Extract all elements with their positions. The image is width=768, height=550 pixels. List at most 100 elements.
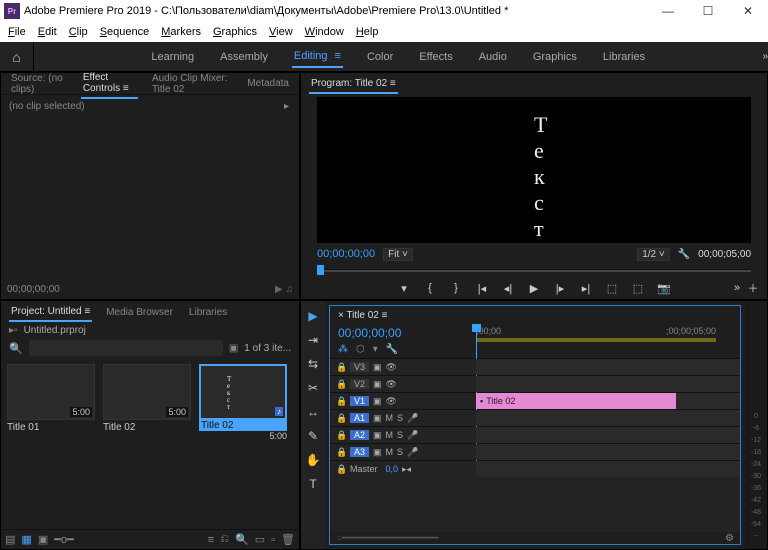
workspace-audio[interactable]: Audio: [477, 47, 509, 67]
button-editor[interactable]: ＋: [745, 280, 761, 296]
settings-icon[interactable]: 🔧: [678, 249, 690, 260]
mute-button[interactable]: M: [386, 447, 394, 457]
lock-icon[interactable]: 🔒: [336, 396, 346, 407]
master-track[interactable]: 🔒Master0,0▸◂: [330, 460, 740, 477]
mark-in-button[interactable]: {: [422, 282, 438, 294]
window-minimize-button[interactable]: —: [648, 0, 688, 22]
eye-icon[interactable]: 👁: [386, 396, 397, 407]
workspace-libraries[interactable]: Libraries: [601, 47, 647, 67]
sort-icon[interactable]: ≡: [208, 534, 214, 546]
ripple-edit-tool[interactable]: ⇆: [304, 355, 322, 373]
automate-button[interactable]: ⎌: [220, 533, 229, 546]
tab-libraries[interactable]: Libraries: [187, 304, 229, 321]
audio-track[interactable]: 🔒A3▣MS🎤: [330, 443, 740, 460]
lock-icon[interactable]: 🔒: [336, 379, 346, 390]
add-marker-button[interactable]: ▾: [396, 282, 412, 295]
meter-icon[interactable]: ▸◂: [402, 464, 411, 475]
eye-icon[interactable]: 👁: [386, 379, 397, 390]
workspace-overflow-button[interactable]: »: [762, 51, 768, 62]
find-button[interactable]: 🔍: [235, 533, 249, 546]
tab-audio-clip-mixer[interactable]: Audio Clip Mixer: Title 02: [150, 70, 233, 98]
project-item[interactable]: 5:00 Title 01: [7, 364, 95, 523]
project-search-input[interactable]: [29, 340, 223, 356]
razor-tool[interactable]: ✂: [304, 379, 322, 397]
icon-view-button[interactable]: ▦: [21, 533, 31, 546]
toggle-output-icon[interactable]: ▣: [373, 447, 382, 458]
playhead-icon[interactable]: [317, 265, 324, 275]
menu-help[interactable]: Help: [350, 24, 385, 40]
transport-more-button[interactable]: »: [729, 282, 745, 294]
selection-tool[interactable]: ▶: [304, 307, 322, 325]
pen-tool[interactable]: ✎: [304, 427, 322, 445]
eye-icon[interactable]: 👁: [386, 362, 397, 373]
timeline-timecode[interactable]: 00;00;00;00: [338, 326, 468, 340]
audio-track[interactable]: 🔒A1▣MS🎤: [330, 409, 740, 426]
type-tool[interactable]: T: [304, 475, 322, 493]
mark-out-button[interactable]: }: [448, 282, 464, 294]
go-to-out-button[interactable]: ▸|: [578, 282, 594, 295]
window-close-button[interactable]: ✕: [728, 0, 768, 22]
menu-clip[interactable]: Clip: [63, 24, 94, 40]
voice-over-icon[interactable]: 🎤: [407, 413, 418, 424]
audio-track[interactable]: 🔒A2▣MS🎤: [330, 426, 740, 443]
solo-button[interactable]: S: [397, 430, 403, 440]
menu-view[interactable]: View: [263, 24, 299, 40]
project-item[interactable]: 5:00 Title 02: [103, 364, 191, 523]
source-footer-icons[interactable]: ▶ ♫: [275, 284, 293, 295]
fit-dropdown[interactable]: Fit ˅: [383, 248, 413, 261]
new-item-button[interactable]: ▫: [271, 534, 275, 546]
extract-button[interactable]: ⬚: [630, 282, 646, 295]
resolution-dropdown[interactable]: 1/2 ˅: [637, 248, 670, 261]
lift-button[interactable]: ⬚: [604, 282, 620, 295]
mute-button[interactable]: M: [386, 413, 394, 423]
home-button[interactable]: ⌂: [0, 42, 34, 72]
lock-icon[interactable]: 🔒: [336, 362, 346, 373]
toggle-output-icon[interactable]: ▣: [373, 396, 382, 407]
workspace-color[interactable]: Color: [365, 47, 395, 67]
hand-tool[interactable]: ✋: [304, 451, 322, 469]
timeline-tab[interactable]: × Title 02 ≡: [338, 310, 387, 321]
timeline-ruler[interactable]: ;00;00 ;00;00;05;00 ;00;00;10;: [476, 324, 740, 358]
list-view-button[interactable]: ▤: [5, 533, 15, 546]
timeline-clip[interactable]: ▪Title 02: [476, 393, 676, 409]
zoom-slider[interactable]: ━o━: [54, 533, 73, 546]
toggle-output-icon[interactable]: ▣: [373, 362, 382, 373]
freeform-view-button[interactable]: ▣: [38, 533, 48, 546]
menu-edit[interactable]: Edit: [32, 24, 63, 40]
step-forward-button[interactable]: |▸: [552, 282, 568, 295]
slip-tool[interactable]: ↔: [304, 403, 322, 421]
settings-icon[interactable]: 🔧: [386, 344, 398, 355]
menu-window[interactable]: Window: [299, 24, 350, 40]
video-track[interactable]: 🔒V3▣👁: [330, 358, 740, 375]
voice-over-icon[interactable]: 🎤: [407, 447, 418, 458]
work-area-bar[interactable]: [476, 338, 716, 342]
menubar[interactable]: File Edit Clip Sequence Markers Graphics…: [0, 22, 768, 42]
solo-button[interactable]: S: [397, 413, 403, 423]
toggle-output-icon[interactable]: ▣: [373, 413, 382, 424]
new-bin-button[interactable]: ▭: [255, 533, 265, 546]
workspace-effects[interactable]: Effects: [417, 47, 454, 67]
tab-program[interactable]: Program: Title 02 ≡: [309, 75, 398, 94]
delete-button[interactable]: 🗑: [281, 533, 295, 546]
panel-toggle-icon[interactable]: ▸: [284, 101, 289, 112]
lock-icon[interactable]: 🔒: [336, 447, 346, 458]
program-viewport[interactable]: Текст: [317, 97, 751, 243]
linked-selection-icon[interactable]: ⬡: [356, 344, 365, 355]
mute-button[interactable]: M: [386, 430, 394, 440]
track-select-tool[interactable]: ⇥: [304, 331, 322, 349]
tab-project[interactable]: Project: Untitled ≡: [9, 303, 92, 322]
menu-markers[interactable]: Markers: [155, 24, 207, 40]
window-maximize-button[interactable]: ☐: [688, 0, 728, 22]
master-value[interactable]: 0,0: [386, 464, 399, 474]
tab-effect-controls[interactable]: Effect Controls ≡: [81, 69, 138, 99]
workspace-graphics[interactable]: Graphics: [531, 47, 579, 67]
menu-sequence[interactable]: Sequence: [94, 24, 156, 40]
menu-graphics[interactable]: Graphics: [207, 24, 263, 40]
program-scrubber[interactable]: [317, 263, 751, 277]
lock-icon[interactable]: 🔒: [336, 464, 346, 475]
step-back-button[interactable]: ◂|: [500, 282, 516, 295]
lock-icon[interactable]: 🔒: [336, 413, 346, 424]
solo-button[interactable]: S: [397, 447, 403, 457]
tab-source[interactable]: Source: (no clips): [9, 70, 69, 98]
snap-icon[interactable]: ⁂: [338, 344, 348, 355]
